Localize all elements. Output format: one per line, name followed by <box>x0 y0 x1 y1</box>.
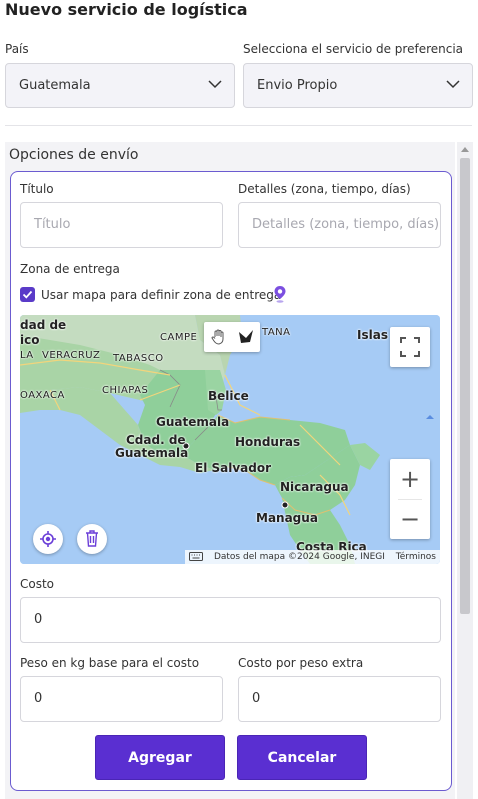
keyboard-icon[interactable] <box>189 552 204 561</box>
map-label-campeche: CAMPE <box>160 332 198 343</box>
details-label: Detalles (zona, tiempo, días) <box>238 182 411 196</box>
scroll-up-arrow[interactable] <box>461 147 469 152</box>
page-title: Nuevo servicio de logística <box>5 0 248 19</box>
details-input[interactable]: Detalles (zona, tiempo, días) <box>238 202 441 248</box>
locate-icon <box>40 531 56 547</box>
extra-weight-cost-input[interactable]: 0 <box>238 676 441 722</box>
fullscreen-button[interactable] <box>390 327 430 367</box>
polygon-icon <box>239 330 253 343</box>
country-label: País <box>5 42 29 56</box>
title-label: Título <box>20 182 54 196</box>
zoom-in-button[interactable]: + <box>390 459 430 499</box>
map-label-honduras: Honduras <box>235 435 301 449</box>
zoom-controls: + − <box>390 459 430 539</box>
pan-tool-button[interactable] <box>204 322 232 352</box>
service-select[interactable]: Envio Propio <box>243 63 473 108</box>
map-label-guatemala-city-2: Guatemala <box>115 446 189 460</box>
draw-shape-button[interactable] <box>232 322 260 352</box>
map-label-managua: Managua <box>256 511 318 525</box>
hand-icon <box>211 329 224 345</box>
cost-label: Costo <box>20 577 55 591</box>
map-label-tabasco: TABASCO <box>113 353 164 364</box>
add-button[interactable]: Agregar <box>95 735 225 780</box>
fullscreen-icon <box>400 337 420 357</box>
map-label-chiapas: CHIAPAS <box>102 385 149 396</box>
zoom-out-button[interactable]: − <box>390 499 430 539</box>
map-label-el-salvador: El Salvador <box>195 461 272 475</box>
delivery-zone-map[interactable]: dad de ico LA VERACRUZ TABASCO CAMPE TAN… <box>20 315 440 564</box>
base-weight-label: Peso en kg base para el costo <box>20 656 200 670</box>
map-label-mexico-fragment-1: dad de <box>20 318 67 332</box>
map-label-guatemala: Guatemala <box>156 415 230 429</box>
map-terms-link[interactable]: Términos <box>396 552 436 562</box>
use-map-label: Usar mapa para definir zona de entrega <box>41 288 282 302</box>
drawing-toolbar <box>204 322 260 352</box>
map-label-veracruz: VERACRUZ <box>42 350 101 361</box>
map-attribution-bar: Datos del mapa ©2024 Google, INEGI Térmi… <box>185 550 440 564</box>
trash-icon <box>86 530 98 547</box>
base-weight-input[interactable]: 0 <box>20 676 223 722</box>
map-attribution: Datos del mapa ©2024 Google, INEGI <box>213 552 385 562</box>
delivery-zone-label: Zona de entrega <box>20 262 120 276</box>
cancel-button[interactable]: Cancelar <box>237 735 367 780</box>
extra-weight-cost-label: Costo por peso extra <box>238 656 364 670</box>
map-label-quintana-roo: TANA <box>262 327 291 338</box>
title-input[interactable]: Título <box>20 202 223 248</box>
map-label-mexico-fragment-2: ico <box>20 333 40 347</box>
map-label-belize: Belice <box>208 389 249 403</box>
country-select[interactable]: Guatemala <box>5 63 235 108</box>
service-label: Selecciona el servicio de preferencia <box>243 42 464 56</box>
cost-input[interactable]: 0 <box>20 597 441 643</box>
divider <box>5 125 472 126</box>
map-label-nicaragua: Nicaragua <box>280 480 349 494</box>
service-value: Envio Propio <box>257 78 338 93</box>
country-value: Guatemala <box>19 78 91 93</box>
use-map-checkbox[interactable] <box>20 287 35 302</box>
chevron-down-icon <box>446 80 460 89</box>
clear-zone-button[interactable] <box>77 524 107 554</box>
map-label-oaxaca: OAXACA <box>20 390 65 401</box>
map-label-guatemala-city-1: Cdad. de <box>126 433 186 447</box>
shipping-options-heading: Opciones de envío <box>9 147 139 163</box>
scrollbar[interactable] <box>457 142 473 799</box>
scrollbar-thumb[interactable] <box>460 158 470 614</box>
chevron-down-icon <box>208 80 222 89</box>
map-pin-icon <box>274 286 286 303</box>
map-label-islas: Islas <box>357 328 388 342</box>
checkmark-icon <box>22 290 33 299</box>
map-label-mexico-fragment-3: LA <box>20 350 34 361</box>
my-location-button[interactable] <box>33 524 63 554</box>
